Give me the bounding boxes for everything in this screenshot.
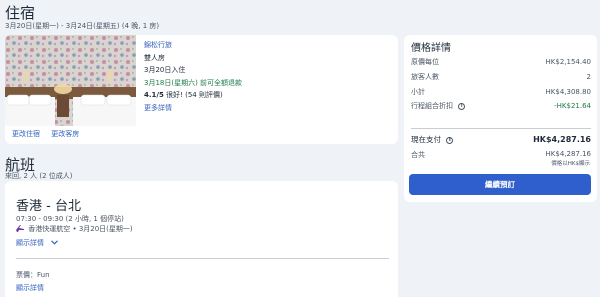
price-row-label: 小計 [411,88,425,96]
flight-divider [16,258,389,259]
stay-dates: 3月20日(星期一) - 3月24日(星期五) (4 晚, 1 房) [5,22,160,30]
price-row: 小計 HK$4,308.80 [411,87,591,97]
pay-now-row: 現在支付 i HK$4,287.16 [411,134,591,145]
flight-route: 香港 - 台北 [16,199,81,214]
info-icon[interactable]: i [458,102,466,110]
pay-now-value: HK$4,287.16 [533,135,591,144]
airline-text: 香港快運航空 • 3月20日(星期一) [28,225,133,233]
price-row-value: 2 [586,73,591,81]
change-stay-link[interactable]: 更改住宿 [12,130,40,138]
fare-show-details-link[interactable]: 顯示詳情 [16,283,44,293]
hotel-actions: 更改住宿 更改客房 [12,129,88,139]
stay-section-title: 住宿 [5,4,36,22]
discount-value: -HK$21.64 [554,102,591,110]
total-label: 合共 [411,151,425,159]
cancellation-policy: 3月18日(星期六) 前可全額退款 [144,78,243,87]
airline-logo-icon [16,224,24,234]
checkin-date: 3月20日入住 [144,66,186,74]
show-details-toggle[interactable]: 顯示詳情 [16,238,59,248]
change-guests-link[interactable]: 更改客房 [51,130,79,138]
price-row-label: 原價每位 [411,58,439,66]
chevron-down-icon [51,239,59,247]
price-details-title: 價格詳情 [411,43,451,54]
flight-airline-line: 香港快運航空 • 3月20日(星期一) [16,224,133,234]
info-icon[interactable]: i [446,136,454,144]
price-row: 原價每位 HK$2,154.40 [411,57,591,67]
currency-note: 價格以HK$顯示 [551,161,590,167]
flight-card: 香港 - 台北 07:30 - 09:30 (2 小時, 1 個停站) 香港快運… [5,181,398,297]
price-row-value: HK$4,308.80 [545,88,591,96]
price-divider [411,128,591,129]
fare-type: 票價：Fun [16,271,50,279]
pay-now-label: 現在支付 [411,135,441,144]
rating-score: 4.1/5 [144,91,164,99]
review-count: (54 則評價) [185,91,223,99]
hotel-photo[interactable] [5,35,136,126]
hotel-info: 錦松行旅 雙人房 3月20日入住 3月18日(星期六) 前可全額退款 4.1/5… [144,39,242,114]
price-row-value: HK$2,154.40 [545,58,591,66]
pay-now-label-wrap: 現在支付 i [411,134,454,145]
flight-summary: 來回, 2 人 (2 位成人) [5,172,73,180]
continue-booking-button[interactable]: 繼續預訂 [409,174,591,195]
price-row-label: 行程組合折扣 [411,102,453,110]
price-row: 旅客人數 2 [411,72,591,82]
show-details-label: 顯示詳情 [16,239,44,247]
room-type: 雙人房 [144,53,165,62]
rating-word: 很好! [166,91,183,99]
flight-times: 07:30 - 09:30 (2 小時, 1 個停站) [16,215,124,223]
price-row: 行程組合折扣 i -HK$21.64 [411,101,591,111]
rating-line: 4.1/5 很好! (54 則評價) [144,89,242,102]
price-row-label: 旅客人數 [411,73,439,81]
more-details-link[interactable]: 更多詳情 [144,102,242,115]
hotel-card: 錦松行旅 雙人房 3月20日入住 3月18日(星期六) 前可全額退款 4.1/5… [5,35,398,144]
hotel-name-link[interactable]: 錦松行旅 [144,39,242,52]
discount-label-wrap: 行程組合折扣 i [411,101,466,111]
